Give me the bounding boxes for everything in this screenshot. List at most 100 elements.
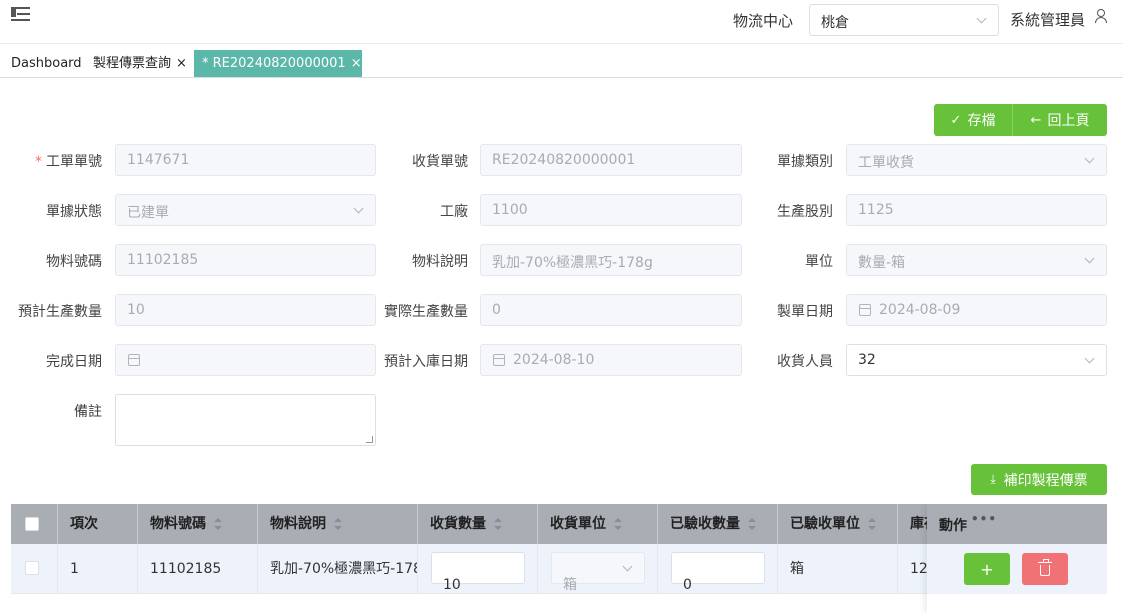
add-row-button[interactable]: +	[964, 553, 1010, 585]
remark-label: 備註	[74, 404, 102, 420]
receipt-items-table: 項次 物料號碼 物料說明 收貨數量 收貨單位 已驗收數量 已驗收單位 庫存 1 …	[11, 504, 1107, 613]
warehouse-select[interactable]: 桃倉	[809, 4, 999, 36]
column-header-receive-qty[interactable]: 收貨數量	[418, 504, 538, 544]
warehouse-select-value: 桃倉	[821, 15, 849, 31]
back-button[interactable]: ← 回上頁	[1013, 104, 1107, 136]
planned-qty-value: 10	[127, 302, 145, 318]
user-name[interactable]: 系統管理員	[1010, 9, 1085, 30]
close-icon[interactable]: ×	[351, 56, 362, 71]
column-header-accepted-unit[interactable]: 已驗收單位	[778, 504, 898, 544]
tab-process-ticket-query[interactable]: 製程傳票查詢 ×	[93, 50, 187, 77]
action-column-label: 動作	[939, 518, 967, 534]
planned-stock-date-value: 2024-08-10	[513, 352, 595, 368]
chevron-down-icon	[353, 203, 364, 214]
chevron-down-icon	[1084, 353, 1095, 364]
sort-icon[interactable]	[868, 518, 876, 530]
actual-qty-field[interactable]: 0	[480, 294, 742, 326]
receive-unit-select[interactable]: 箱	[551, 552, 645, 593]
tab-label: Dashboard	[11, 56, 82, 71]
sort-icon[interactable]	[214, 518, 222, 530]
created-date-value: 2024-08-09	[879, 302, 961, 318]
calendar-icon	[493, 354, 505, 366]
row-select-cell	[11, 544, 58, 594]
check-icon: ✓	[950, 112, 962, 128]
trash-icon	[1038, 559, 1052, 576]
material-desc-label: 物料說明	[412, 254, 468, 270]
cell-receive-qty: 10	[418, 544, 538, 594]
cell-receive-unit: 箱	[538, 544, 658, 594]
sort-icon[interactable]	[614, 518, 622, 530]
more-icon[interactable]: •••	[971, 512, 997, 526]
production-unit-value: 1125	[858, 202, 894, 218]
arrow-left-icon: ←	[1030, 112, 1042, 128]
tab-label: * RE20240820000001	[202, 56, 346, 71]
resize-handle-icon[interactable]	[366, 436, 373, 443]
cell-accepted-qty: 0	[658, 544, 778, 594]
column-header-material-desc[interactable]: 物料說明	[258, 504, 418, 544]
doc-status-label: 單據狀態	[46, 204, 102, 220]
user-icon[interactable]	[1094, 9, 1108, 23]
receiver-value: 32	[858, 352, 876, 368]
save-button[interactable]: ✓ 存檔	[934, 104, 1013, 136]
select-all-checkbox[interactable]	[25, 517, 39, 531]
cell-material-no: 11102185	[138, 544, 258, 594]
logistics-center-label: 物流中心	[733, 12, 794, 30]
planned-stock-date-label: 預計入庫日期	[384, 354, 468, 370]
factory-label: 工廠	[440, 204, 468, 220]
tab-bar: Dashboard 製程傳票查詢 × * RE20240820000001 ×	[0, 50, 1123, 78]
factory-field[interactable]: 1100	[480, 194, 742, 226]
unit-select[interactable]: 數量-箱	[846, 244, 1107, 276]
material-desc-value: 乳加-70%極濃黑巧-178g	[492, 255, 653, 271]
material-no-field[interactable]: 11102185	[115, 244, 376, 276]
material-desc-field[interactable]: 乳加-70%極濃黑巧-178g	[480, 244, 742, 276]
completed-date-picker[interactable]	[115, 344, 376, 376]
doc-type-label: 單據類別	[777, 154, 833, 170]
cell-item-no: 1	[58, 544, 138, 594]
created-date-picker[interactable]: 2024-08-09	[846, 294, 1107, 326]
planned-qty-field[interactable]: 10	[115, 294, 376, 326]
work-order-no-field[interactable]: 1147671	[115, 144, 376, 176]
doc-status-select[interactable]: 已建單	[115, 194, 376, 226]
row-checkbox[interactable]	[25, 561, 39, 575]
sort-icon[interactable]	[334, 518, 342, 530]
accepted-qty-value: 0	[683, 577, 692, 593]
column-header-receive-unit[interactable]: 收貨單位	[538, 504, 658, 544]
required-mark: *	[35, 154, 42, 170]
receipt-no-field[interactable]: RE20240820000001	[480, 144, 742, 176]
doc-type-select[interactable]: 工單收貨	[846, 144, 1107, 176]
close-icon[interactable]: ×	[176, 56, 187, 71]
unit-value: 數量-箱	[858, 255, 906, 271]
tab-dashboard[interactable]: Dashboard	[11, 50, 82, 77]
select-all-cell	[11, 504, 58, 544]
remark-textarea[interactable]	[115, 394, 376, 446]
tab-receipt-detail[interactable]: * RE20240820000001 ×	[194, 50, 362, 77]
factory-value: 1100	[492, 202, 528, 218]
chevron-down-icon	[1084, 253, 1095, 264]
receiver-label: 收貨人員	[777, 354, 833, 370]
actual-qty-value: 0	[492, 302, 501, 318]
doc-type-value: 工單收貨	[858, 155, 914, 171]
receive-qty-input[interactable]: 10	[431, 552, 525, 593]
top-bar: 物流中心 桃倉 系統管理員	[0, 0, 1123, 44]
column-header-item-no[interactable]: 項次	[58, 504, 138, 544]
production-unit-field[interactable]: 1125	[846, 194, 1107, 226]
planned-stock-date-picker[interactable]: 2024-08-10	[480, 344, 742, 376]
action-cell: +	[927, 544, 1107, 594]
receiver-select[interactable]: 32	[846, 344, 1107, 376]
accepted-qty-input[interactable]: 0	[671, 552, 765, 593]
delete-row-button[interactable]	[1022, 553, 1068, 585]
column-header-accepted-qty[interactable]: 已驗收數量	[658, 504, 778, 544]
material-no-label: 物料號碼	[46, 254, 102, 270]
sort-icon[interactable]	[748, 518, 756, 530]
menu-fold-icon[interactable]	[11, 6, 31, 24]
receive-qty-value: 10	[443, 577, 461, 593]
sort-icon[interactable]	[494, 518, 502, 530]
actual-qty-label: 實際生產數量	[384, 304, 468, 320]
work-order-no-value: 1147671	[127, 152, 190, 168]
reprint-ticket-button[interactable]: ⤓ 補印製程傳票	[971, 464, 1107, 495]
column-header-action: 動作 •••	[927, 504, 1107, 544]
planned-qty-label: 預計生產數量	[18, 304, 102, 320]
material-no-value: 11102185	[127, 252, 199, 268]
back-label: 回上頁	[1047, 113, 1090, 129]
column-header-material-no[interactable]: 物料號碼	[138, 504, 258, 544]
